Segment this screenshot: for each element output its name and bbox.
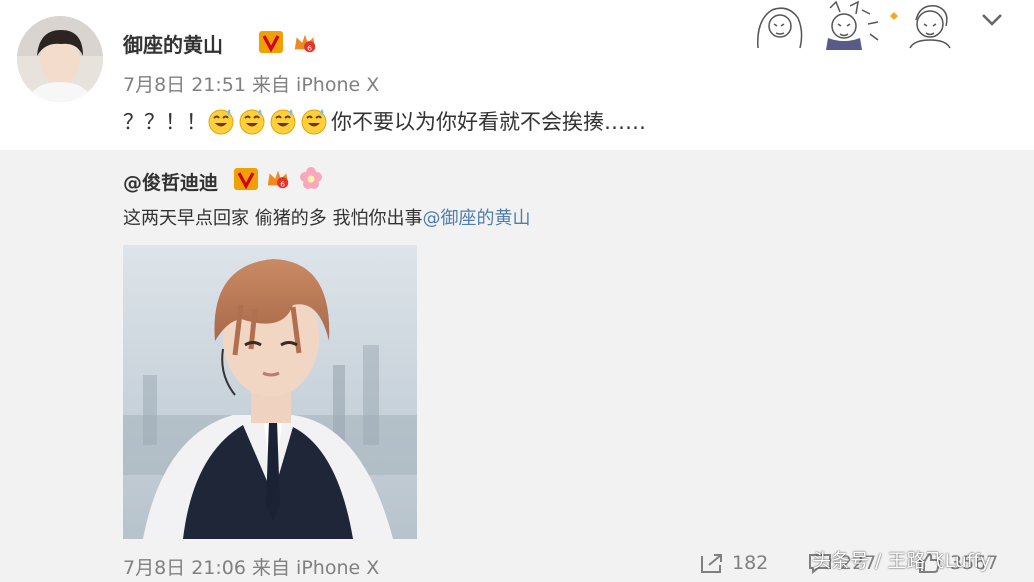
svg-text:6: 6 bbox=[307, 43, 312, 52]
post-text-prefix: ？？！！ bbox=[123, 110, 207, 134]
author-name[interactable]: 御座的黄山 bbox=[123, 29, 223, 58]
svg-text:6: 6 bbox=[280, 179, 285, 188]
post-text: ？？！！ 你不要以为你好看就不会挨揍…… bbox=[123, 106, 646, 136]
author-avatar[interactable] bbox=[17, 16, 103, 102]
retweet-meta: 7月8日 21:06 来自 iPhone X bbox=[123, 557, 380, 579]
repost-button[interactable]: 182 bbox=[700, 552, 768, 574]
retweet-text-main: 这两天早点回家 偷猪的多 我怕你出事 bbox=[123, 208, 423, 229]
repost-count: 182 bbox=[732, 552, 769, 574]
verified-badge-icon bbox=[233, 167, 259, 191]
vip-crown-icon: 6 bbox=[265, 166, 291, 190]
retweet-photo[interactable] bbox=[123, 245, 417, 539]
mention-link[interactable]: @御座的黄山 bbox=[422, 208, 530, 229]
vip-crown-icon: 6 bbox=[292, 30, 318, 54]
retweet-text: 这两天早点回家 偷猪的多 我怕你出事@御座的黄山 bbox=[123, 204, 530, 230]
retweet-card: @俊哲迪迪 6 这两天早点回家 偷猪的多 我怕你出事@御座的黄山 7月8日 21… bbox=[0, 150, 1034, 582]
flower-badge-icon bbox=[298, 166, 324, 190]
chevron-down-icon[interactable] bbox=[980, 12, 1004, 32]
smile-sweat-emoji-icon bbox=[269, 107, 297, 135]
verified-badge-icon bbox=[258, 30, 284, 54]
smile-sweat-emoji-icon bbox=[207, 107, 235, 135]
post-meta: 7月8日 21:51 来自 iPhone X bbox=[123, 74, 380, 96]
post-text-suffix: 你不要以为你好看就不会挨揍…… bbox=[331, 110, 646, 134]
smile-sweat-emoji-icon bbox=[300, 107, 328, 135]
retweet-author[interactable]: @俊哲迪迪 bbox=[123, 168, 218, 195]
weibo-post: 御座的黄山 6 7月8日 21:51 来自 iPhone X ？？！！ 你不要以… bbox=[0, 0, 1034, 150]
anime-sticker-decoration bbox=[750, 0, 972, 50]
smile-sweat-emoji-icon bbox=[238, 107, 266, 135]
share-icon bbox=[701, 554, 722, 573]
watermark-text: 头条号 / 王路飞Luffy bbox=[812, 550, 992, 572]
